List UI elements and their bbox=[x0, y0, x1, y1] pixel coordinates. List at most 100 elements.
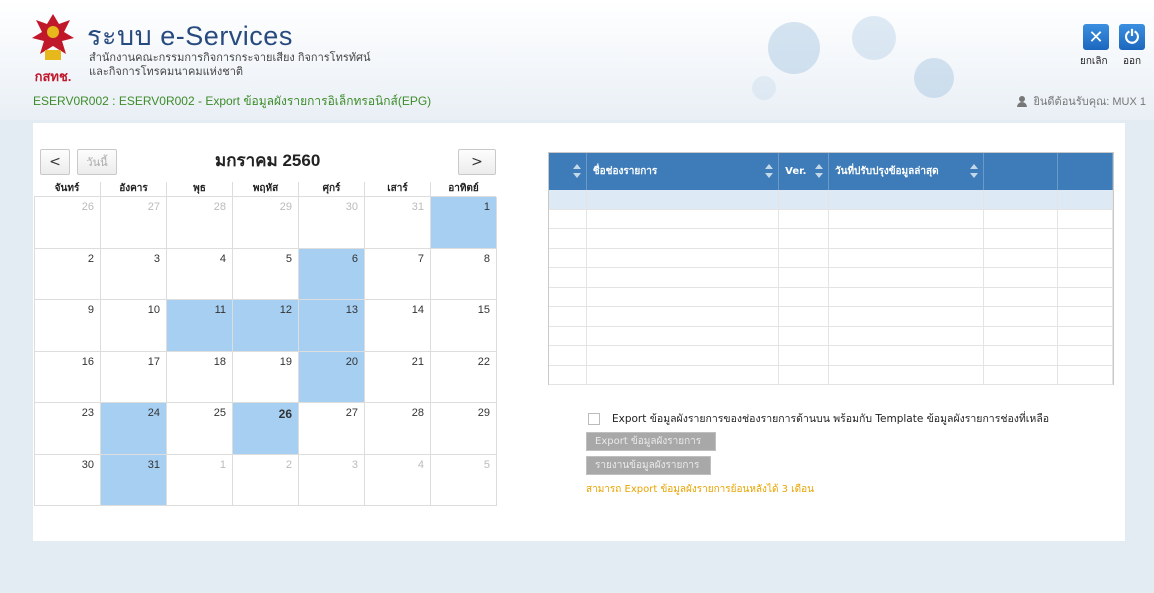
column-header[interactable]: Ver. bbox=[779, 153, 829, 190]
calendar-day[interactable]: 3 bbox=[299, 454, 365, 506]
calendar-day[interactable]: 1 bbox=[167, 454, 233, 506]
calendar-day[interactable]: 31 bbox=[101, 454, 167, 506]
today-button[interactable]: วันนี้ bbox=[77, 149, 117, 175]
calendar-day[interactable]: 11 bbox=[167, 300, 233, 352]
table-cell bbox=[984, 326, 1059, 345]
table-row bbox=[549, 287, 1114, 307]
calendar-day[interactable]: 25 bbox=[167, 403, 233, 455]
cancel-label[interactable]: ยกเลิก bbox=[1080, 54, 1108, 69]
sort-icon[interactable] bbox=[969, 164, 979, 178]
calendar-day[interactable]: 4 bbox=[365, 454, 431, 506]
table-cell bbox=[779, 326, 830, 345]
table-cell bbox=[984, 229, 1059, 248]
weekday-label: พฤหัส bbox=[232, 182, 298, 196]
nbtc-logo: กสทช. bbox=[28, 10, 78, 84]
calendar-day[interactable]: 19 bbox=[233, 351, 299, 403]
calendar-day[interactable]: 14 bbox=[365, 300, 431, 352]
column-header bbox=[984, 153, 1059, 190]
calendar-day[interactable]: 20 bbox=[299, 351, 365, 403]
table-cell bbox=[829, 209, 985, 228]
calendar-day[interactable]: 5 bbox=[431, 454, 497, 506]
calendar-day[interactable]: 28 bbox=[167, 197, 233, 249]
calendar-day[interactable]: 21 bbox=[365, 351, 431, 403]
calendar-day[interactable]: 5 bbox=[233, 248, 299, 300]
calendar-day[interactable]: 8 bbox=[431, 248, 497, 300]
calendar-day[interactable]: 2 bbox=[233, 454, 299, 506]
calendar-day[interactable]: 26 bbox=[35, 197, 101, 249]
table-cell bbox=[829, 229, 985, 248]
next-month-button[interactable]: > bbox=[458, 149, 496, 175]
calendar-day[interactable]: 30 bbox=[299, 197, 365, 249]
calendar-day[interactable]: 9 bbox=[35, 300, 101, 352]
sort-icon[interactable] bbox=[764, 164, 774, 178]
table-cell bbox=[549, 307, 587, 326]
table-cell bbox=[779, 248, 830, 267]
calendar-day[interactable]: 29 bbox=[431, 403, 497, 455]
calendar-day[interactable]: 3 bbox=[101, 248, 167, 300]
cancel-button[interactable]: ✕ bbox=[1083, 24, 1109, 50]
export-button[interactable]: Export ข้อมูลผังรายการ bbox=[586, 432, 716, 451]
calendar-day[interactable]: 27 bbox=[101, 197, 167, 249]
calendar-day[interactable]: 26 bbox=[233, 403, 299, 455]
table-cell bbox=[587, 326, 780, 345]
power-icon: ⏻ bbox=[1124, 26, 1140, 48]
table-cell bbox=[779, 190, 830, 209]
calendar-day[interactable]: 22 bbox=[431, 351, 497, 403]
calendar-day[interactable]: 7 bbox=[365, 248, 431, 300]
prev-month-button[interactable]: < bbox=[40, 149, 70, 175]
calendar-day[interactable]: 27 bbox=[299, 403, 365, 455]
export-note: สามารถ Export ข้อมูลผังรายการย้อนหลังได้… bbox=[586, 484, 814, 495]
calendar-day[interactable]: 18 bbox=[167, 351, 233, 403]
logout-label[interactable]: ออก bbox=[1123, 54, 1141, 69]
calendar-day[interactable]: 4 bbox=[167, 248, 233, 300]
table-row bbox=[549, 346, 1114, 366]
calendar-day[interactable]: 23 bbox=[35, 403, 101, 455]
table-cell bbox=[549, 229, 587, 248]
calendar-day[interactable]: 13 bbox=[299, 300, 365, 352]
calendar-day[interactable]: 31 bbox=[365, 197, 431, 249]
column-header[interactable]: วันที่ปรับปรุงข้อมูลล่าสุด bbox=[829, 153, 985, 190]
calendar-day[interactable]: 15 bbox=[431, 300, 497, 352]
table-cell bbox=[829, 190, 985, 209]
table-cell bbox=[829, 365, 985, 384]
table-cell bbox=[829, 326, 985, 345]
table-cell bbox=[1058, 326, 1114, 345]
table-cell bbox=[1058, 287, 1114, 306]
sort-icon[interactable] bbox=[572, 164, 582, 178]
column-header[interactable]: ชื่อช่องรายการ bbox=[587, 153, 780, 190]
table-row bbox=[549, 365, 1114, 385]
page-title: ESERV0R002 : ESERV0R002 - Export ข้อมูลผ… bbox=[33, 94, 432, 108]
table-row bbox=[549, 209, 1114, 229]
weekday-label: เสาร์ bbox=[364, 182, 430, 196]
export-template-checkbox[interactable] bbox=[588, 412, 600, 425]
table-cell bbox=[984, 287, 1059, 306]
calendar-day[interactable]: 30 bbox=[35, 454, 101, 506]
table-cell bbox=[984, 190, 1059, 209]
calendar-day[interactable]: 28 bbox=[365, 403, 431, 455]
logout-button[interactable]: ⏻ bbox=[1119, 24, 1145, 50]
calendar-weekday-header: จันทร์ อังคาร พุธ พฤหัส ศุกร์ เสาร์ อาทิตย์ bbox=[34, 182, 496, 196]
calendar-day[interactable]: 24 bbox=[101, 403, 167, 455]
calendar-day[interactable]: 12 bbox=[233, 300, 299, 352]
table-cell bbox=[587, 365, 780, 384]
table-cell bbox=[984, 209, 1059, 228]
table-cell bbox=[587, 346, 780, 365]
column-header-label: Ver. bbox=[785, 166, 807, 177]
calendar-day[interactable]: 2 bbox=[35, 248, 101, 300]
table-cell bbox=[549, 209, 587, 228]
table-cell bbox=[984, 248, 1059, 267]
calendar-day[interactable]: 6 bbox=[299, 248, 365, 300]
calendar-day[interactable]: 17 bbox=[101, 351, 167, 403]
calendar-day[interactable]: 16 bbox=[35, 351, 101, 403]
weekday-label: ศุกร์ bbox=[298, 182, 364, 196]
calendar-day[interactable]: 29 bbox=[233, 197, 299, 249]
table-cell bbox=[587, 307, 780, 326]
sort-icon[interactable] bbox=[814, 164, 824, 178]
table-cell bbox=[1058, 307, 1114, 326]
table-cell bbox=[829, 268, 985, 287]
report-button[interactable]: รายงานข้อมูลผังรายการ bbox=[586, 456, 711, 475]
column-header[interactable] bbox=[549, 153, 587, 190]
calendar-day[interactable]: 1 bbox=[431, 197, 497, 249]
calendar-day[interactable]: 10 bbox=[101, 300, 167, 352]
weekday-label: อังคาร bbox=[100, 182, 166, 196]
